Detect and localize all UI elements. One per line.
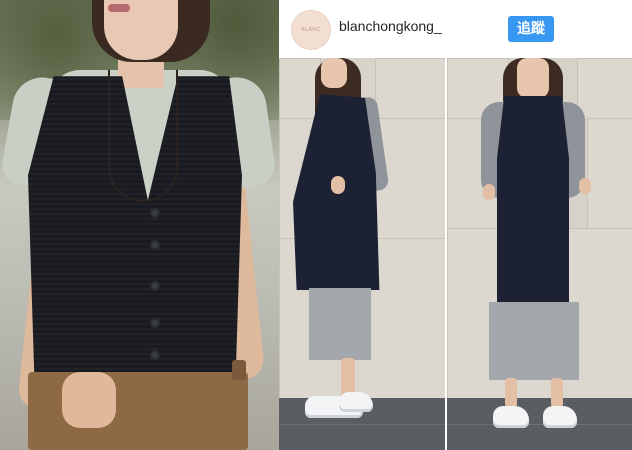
vest-button [150, 240, 160, 250]
floor-line [279, 424, 445, 425]
wall-panel [577, 58, 632, 120]
vest-button [150, 350, 160, 360]
model-hand [579, 178, 591, 194]
avatar[interactable]: BLANC [291, 10, 331, 50]
vest-button [150, 208, 160, 218]
brown-pants [28, 372, 248, 450]
model-hand [483, 184, 495, 200]
username[interactable]: blanchongkong_ [339, 18, 442, 34]
vest-button [150, 318, 160, 328]
post-photo-1[interactable] [279, 58, 445, 450]
white-sneaker [339, 392, 373, 412]
floor-line [447, 424, 632, 425]
wrist-bracelet [232, 360, 246, 380]
avatar-logo-text: BLANC [301, 27, 321, 33]
model-face [321, 58, 347, 88]
wall-panel [375, 58, 445, 120]
navy-long-vest [497, 96, 569, 304]
model-leg [551, 378, 563, 408]
white-sneaker [493, 406, 529, 428]
post-header: BLANC blanchongkong_ 追蹤 [279, 0, 632, 58]
grey-culottes [309, 288, 371, 360]
model-leg [505, 378, 517, 408]
vest-button [150, 281, 160, 291]
left-product-photo [0, 0, 279, 450]
post-photo-2[interactable] [447, 58, 632, 450]
left-hand [62, 372, 116, 428]
model-face [517, 58, 549, 98]
necklace [108, 70, 178, 202]
grey-culottes [489, 302, 579, 380]
lips [108, 4, 130, 12]
instagram-post: BLANC blanchongkong_ 追蹤 [279, 0, 632, 450]
white-sneaker [543, 406, 577, 428]
model-hand [331, 176, 345, 194]
follow-button[interactable]: 追蹤 [508, 16, 554, 42]
